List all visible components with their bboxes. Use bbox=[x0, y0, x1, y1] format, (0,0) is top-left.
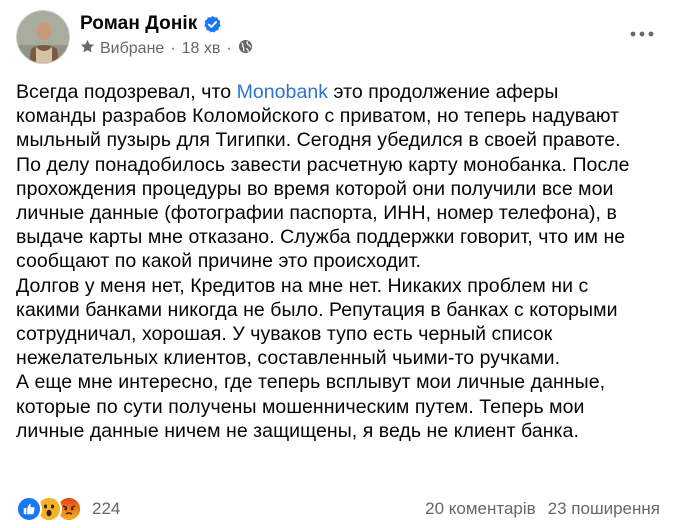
post-line: прохождения процедуры во время которой о… bbox=[16, 177, 614, 200]
post-header: Роман Донік Вибране · 18 хв · bbox=[16, 10, 660, 64]
post-line-1: Всегда подозревал, что Monobank это прод… bbox=[16, 80, 656, 104]
monobank-link[interactable]: Monobank bbox=[237, 81, 328, 103]
reaction-count[interactable]: 224 bbox=[92, 499, 120, 519]
engagement-stats: 20 коментарів 23 поширення bbox=[425, 494, 660, 524]
post-line: нежелательных клиентов, составленный чьи… bbox=[16, 347, 561, 370]
post-line: А еще мне интересно, где теперь всплывут… bbox=[16, 371, 606, 394]
post-body: Всегда подозревал, что Monobank это прод… bbox=[16, 80, 656, 443]
post-line: выдаче карты мне отказано. Служба поддер… bbox=[16, 226, 626, 249]
post-line: команды разрабов Коломойского с приватом… bbox=[16, 105, 620, 128]
post-line: По делу понадобилось завести расчетную к… bbox=[16, 153, 630, 176]
author-row: Роман Донік bbox=[80, 12, 222, 36]
globe-icon bbox=[238, 39, 253, 59]
post-text: Всегда подозревал, что bbox=[16, 81, 237, 103]
post-line: мыльный пузырь для Тигипки. Сегодня убед… bbox=[16, 129, 621, 152]
comments-count[interactable]: 20 коментарів bbox=[425, 499, 536, 519]
author-name[interactable]: Роман Донік bbox=[80, 13, 197, 35]
post-line: сотрудничал, хорошая. У чуваков тупо ест… bbox=[16, 323, 553, 346]
post-meta: Вибране · 18 хв · bbox=[80, 39, 253, 59]
facebook-post: Роман Донік Вибране · 18 хв · Всегда под… bbox=[0, 0, 676, 528]
more-options-button[interactable] bbox=[624, 20, 660, 48]
favorites-label: Вибране bbox=[100, 40, 165, 57]
post-line: личные данные (фотографии паспорта, ИНН,… bbox=[16, 202, 617, 225]
author-avatar[interactable] bbox=[16, 10, 70, 64]
post-line: Долгов у меня нет, Кредитов на мне нет. … bbox=[16, 274, 589, 297]
post-line: личные данные ничем не защищены, я ведь … bbox=[16, 419, 579, 442]
reactions-bar: 224 20 коментарів 23 поширення bbox=[16, 494, 660, 524]
post-line: какими банками никогда не было. Репутаци… bbox=[16, 298, 618, 321]
shares-count[interactable]: 23 поширення bbox=[548, 499, 660, 519]
verified-badge-icon bbox=[203, 15, 222, 34]
like-reaction-icon bbox=[16, 496, 42, 522]
post-line: которые по сути получены мошенническим п… bbox=[16, 395, 585, 418]
meta-separator-2: · bbox=[226, 40, 232, 57]
reaction-icons[interactable] bbox=[16, 496, 82, 522]
post-text: это продолжение аферы bbox=[328, 81, 559, 103]
post-time[interactable]: 18 хв bbox=[182, 40, 221, 58]
more-horizontal-icon bbox=[630, 31, 654, 37]
meta-separator: · bbox=[170, 40, 176, 57]
post-line: сообщают по какой причине это происходит… bbox=[16, 250, 422, 273]
star-icon bbox=[80, 39, 95, 59]
